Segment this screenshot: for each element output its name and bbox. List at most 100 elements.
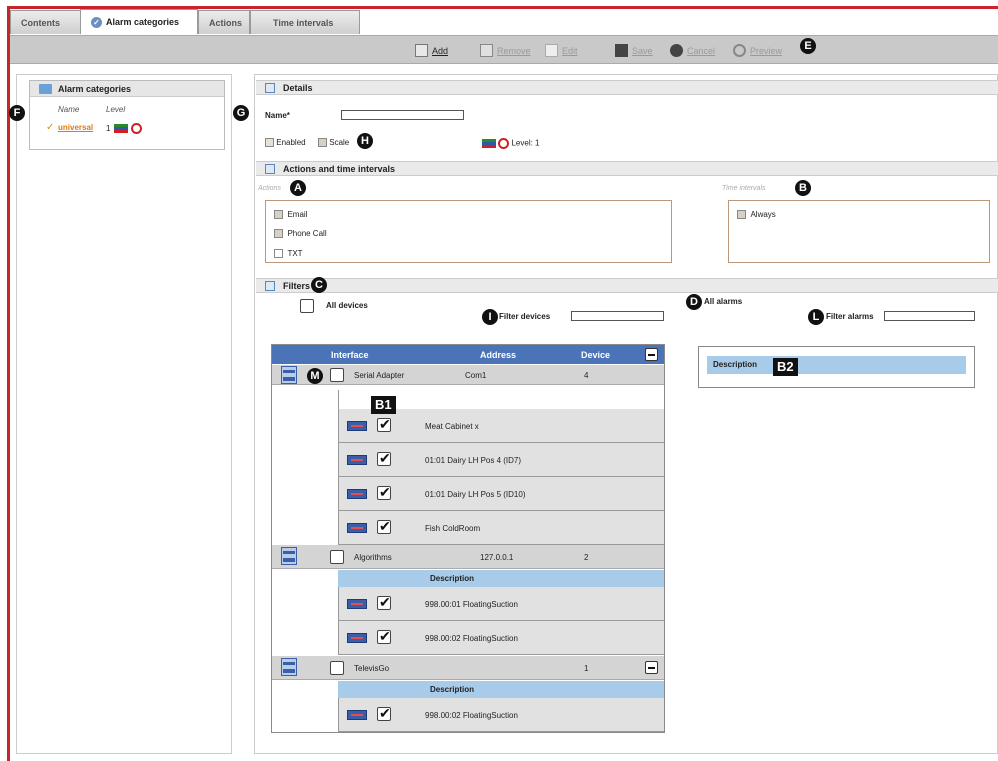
list-item[interactable]: Meat Cabinet x <box>338 409 664 443</box>
item-checkbox[interactable] <box>377 705 391 722</box>
edit-button[interactable]: Edit <box>545 44 578 57</box>
group-address: Com1 <box>465 371 487 380</box>
level-bars-icon <box>482 139 496 148</box>
device-group-icon <box>281 658 297 676</box>
col-device: Device <box>581 350 611 360</box>
filters-header: Filters <box>256 278 998 293</box>
category-universal-link[interactable]: universal <box>58 123 93 132</box>
toolbar: Add Remove Edit Save Cancel Preview <box>10 35 998 64</box>
group-address: 127.0.0.1 <box>480 553 514 562</box>
item-checkbox[interactable] <box>377 416 391 433</box>
categories-title: Alarm categories <box>58 84 132 94</box>
filter-alarms-input[interactable] <box>884 311 975 321</box>
alarms-desc-header: Description <box>707 356 966 374</box>
details-title: Details <box>283 83 313 93</box>
action-txt[interactable]: TXT <box>274 249 303 259</box>
list-item[interactable]: 998.00:01 FloatingSuction <box>338 587 664 621</box>
enabled-checkbox[interactable]: Enabled <box>265 138 306 148</box>
group-checkbox[interactable] <box>330 550 344 564</box>
group-checkbox[interactable] <box>330 368 344 382</box>
item-label: 998.00:02 FloatingSuction <box>425 711 518 720</box>
callout-h: H <box>357 133 373 149</box>
action-email[interactable]: Email <box>274 210 307 220</box>
name-input[interactable] <box>341 110 464 120</box>
callout-e: E <box>800 38 816 54</box>
table-row[interactable]: TelevisGo 1 <box>272 656 664 680</box>
item-checkbox[interactable] <box>377 484 391 501</box>
enabled-label: Enabled <box>276 138 306 147</box>
desc-label: Description <box>430 685 475 694</box>
save-label: Save <box>632 45 653 56</box>
item-checkbox[interactable] <box>377 450 391 467</box>
list-item[interactable]: 998.00:02 FloatingSuction <box>338 698 664 732</box>
callout-b: B <box>795 180 811 196</box>
list-item[interactable]: 998.00:02 FloatingSuction <box>338 621 664 655</box>
filter-devices-input[interactable] <box>571 311 664 321</box>
tab-actions[interactable]: Actions <box>198 10 250 34</box>
alarm-signal-icon <box>498 138 510 149</box>
save-button[interactable]: Save <box>615 44 653 57</box>
tab-contents[interactable]: Contents <box>10 10 82 34</box>
group-device: 4 <box>584 371 589 380</box>
col-name: Name <box>58 105 80 114</box>
callout-l: L <box>808 309 824 325</box>
folder-icon <box>39 84 52 94</box>
save-icon <box>615 44 628 57</box>
col-address: Address <box>480 350 517 360</box>
item-checkbox[interactable] <box>377 628 391 645</box>
item-label: 998.00:02 FloatingSuction <box>425 634 518 643</box>
filter-devices-label: Filter devices <box>499 312 551 321</box>
tab-alarm-categories[interactable]: ✓ Alarm categories <box>80 9 198 34</box>
scale-checkbox[interactable]: Scale <box>318 138 349 148</box>
tab-time-intervals[interactable]: Time intervals <box>250 10 360 34</box>
table-row[interactable]: Algorithms 127.0.0.1 2 <box>272 545 664 569</box>
action-txt-label: TXT <box>287 249 303 258</box>
categories-box: Alarm categories Name Level ✓ universal … <box>29 80 225 150</box>
device-icon <box>347 599 367 609</box>
magnifier-icon <box>265 281 275 291</box>
tab-actions-label: Actions <box>209 17 243 28</box>
callout-m: M <box>307 368 323 384</box>
all-devices-label: All devices <box>326 301 368 310</box>
cancel-label: Cancel <box>687 45 716 56</box>
left-panel <box>16 74 232 754</box>
action-phone-call[interactable]: Phone Call <box>274 229 327 239</box>
list-item[interactable]: 01:01 Dairy LH Pos 4 (ID7) <box>338 443 664 477</box>
item-label: Meat Cabinet x <box>425 422 479 431</box>
level-bars-icon <box>114 124 128 134</box>
table-row[interactable]: Serial Adapter Com1 4 <box>272 365 664 385</box>
remove-button[interactable]: Remove <box>480 44 531 57</box>
category-level: 1 <box>106 124 111 133</box>
action-txt-check <box>274 249 283 259</box>
filters-title: Filters <box>283 281 311 291</box>
magnifier-icon <box>265 164 275 174</box>
scale-check-icon <box>318 138 327 148</box>
collapse-all-button[interactable] <box>645 348 658 361</box>
filter-alarms-label: Filter alarms <box>826 312 874 321</box>
item-checkbox[interactable] <box>377 518 391 535</box>
item-label: 998.00:01 FloatingSuction <box>425 600 518 609</box>
time-intervals-label: Time intervals <box>722 185 766 192</box>
interval-always[interactable]: Always <box>737 210 776 220</box>
actions-label: Actions <box>258 185 281 192</box>
action-phone-label: Phone Call <box>287 229 327 238</box>
actions-header: Actions and time intervals <box>256 161 998 176</box>
tab-contents-label: Contents <box>21 17 60 28</box>
item-checkbox[interactable] <box>377 594 391 611</box>
add-button[interactable]: Add <box>415 44 448 57</box>
list-item[interactable]: Fish ColdRoom <box>338 511 664 545</box>
device-icon <box>347 633 367 643</box>
all-devices-checkbox[interactable] <box>300 299 314 313</box>
device-icon <box>347 455 367 465</box>
item-label: 01:01 Dairy LH Pos 5 (ID10) <box>425 490 526 499</box>
collapse-group-button[interactable] <box>645 661 658 674</box>
tab-alarm-categories-label: Alarm categories <box>106 17 180 27</box>
list-item[interactable]: 01:01 Dairy LH Pos 5 (ID10) <box>338 477 664 511</box>
cancel-button[interactable]: Cancel <box>670 44 715 57</box>
devices-table: Interface Address Device Serial Adapter … <box>271 344 665 733</box>
col-interface: Interface <box>331 350 369 360</box>
group-interface: Serial Adapter <box>354 371 405 380</box>
preview-button[interactable]: Preview <box>733 44 782 57</box>
item-label: Fish ColdRoom <box>425 524 481 533</box>
group-checkbox[interactable] <box>330 661 344 675</box>
